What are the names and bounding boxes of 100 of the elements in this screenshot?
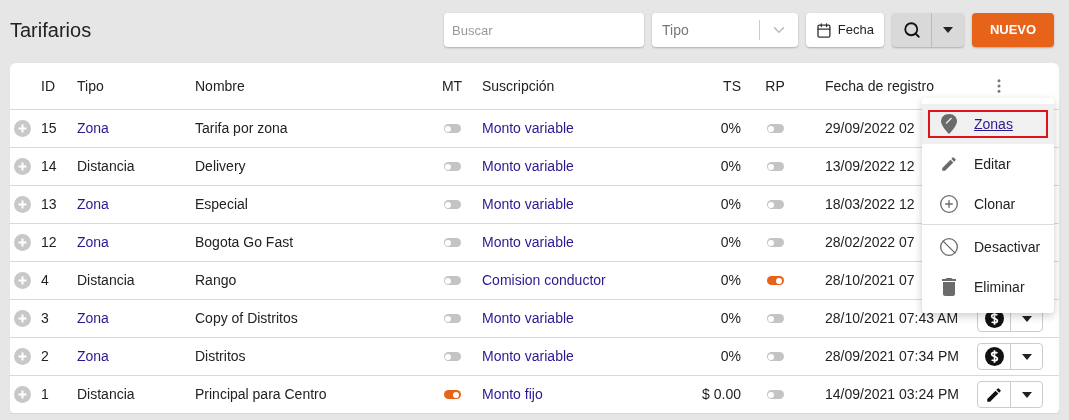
table-cell-text: 2: [41, 347, 50, 366]
toggle-switch[interactable]: [443, 314, 461, 323]
expand-icon[interactable]: [14, 120, 31, 137]
calendar-icon: [816, 21, 832, 39]
table-cell-text: 3: [41, 309, 50, 328]
toggle-switch[interactable]: [766, 162, 784, 171]
menu-item[interactable]: Clonar: [922, 184, 1054, 224]
toggle-switch[interactable]: [443, 276, 461, 285]
toggle-switch[interactable]: [766, 276, 784, 285]
column-header: Tipo: [77, 76, 105, 96]
type-cell[interactable]: Zona: [77, 118, 195, 139]
subscription-link[interactable]: Monto variable: [472, 156, 682, 177]
menu-item[interactable]: Eliminar: [922, 267, 1054, 307]
table-cell-text: 4: [41, 271, 50, 290]
location-pin-icon: [940, 114, 958, 134]
table-cell: 29/09/2022 02: [825, 120, 915, 136]
table-cell-text: 0%: [720, 309, 742, 328]
caret-icon: [1021, 391, 1032, 398]
subscription-link[interactable]: Monto variable: [472, 232, 682, 253]
column-header: Fecha de registro: [824, 76, 935, 96]
pencil-icon: [985, 385, 1003, 404]
table-cell-text: Copy of Distritos: [195, 309, 299, 328]
toggle-switch[interactable]: [443, 124, 461, 133]
type-cell-text: Distancia: [77, 271, 136, 290]
column-header: MT: [441, 76, 463, 96]
table-cell-text: Delivery: [195, 157, 247, 176]
menu-item[interactable]: Editar: [922, 144, 1054, 184]
expand-icon[interactable]: [14, 196, 31, 213]
column-header: RP: [765, 76, 785, 96]
dollar-icon: [984, 347, 1004, 366]
table-cell: 14/09/2021 03:24 PM: [825, 386, 959, 402]
expand-icon[interactable]: [14, 348, 31, 365]
menu-item-label: Zonas: [974, 114, 1013, 134]
table-cell: 28/10/2021 07: [825, 272, 915, 288]
menu-item[interactable]: Zonas: [922, 104, 1054, 144]
subscription-link[interactable]: Monto variable: [472, 194, 682, 215]
table-cell: 28/09/2021 07:34 PM: [825, 348, 959, 364]
subscription-link[interactable]: Comision conductor: [472, 270, 682, 291]
expand-icon[interactable]: [14, 310, 31, 327]
table-cell-text: $ 0.00: [702, 385, 742, 404]
table-cell-text: 13: [41, 195, 58, 214]
menu-item-label: Eliminar: [974, 277, 1025, 297]
column-header: ID: [41, 76, 56, 96]
table-cell: 28/02/2022 07: [825, 234, 915, 250]
table-cell-text: Distritos: [195, 347, 247, 366]
toggle-switch[interactable]: [443, 162, 461, 171]
type-cell[interactable]: Zona: [77, 194, 195, 215]
table-cell-text: 0%: [720, 119, 742, 138]
date-filter-button[interactable]: Fecha: [806, 13, 884, 47]
row-action-split-button[interactable]: [977, 381, 1043, 408]
menu-item-label: Clonar: [974, 194, 1016, 214]
subscription-link[interactable]: Monto fijo: [472, 384, 682, 405]
type-cell[interactable]: Zona: [77, 232, 195, 253]
table-cell-text: 0%: [720, 195, 742, 214]
expand-icon[interactable]: [14, 272, 31, 289]
toggle-switch[interactable]: [766, 124, 784, 133]
column-header: Nombre: [195, 76, 246, 96]
toggle-switch[interactable]: [766, 238, 784, 247]
menu-item[interactable]: Desactivar: [922, 227, 1054, 267]
caret-icon: [1021, 315, 1032, 322]
type-cell-text: Distancia: [77, 385, 136, 404]
table-cell-text: Especial: [195, 195, 249, 214]
toggle-switch[interactable]: [443, 200, 461, 209]
column-header: Suscripción: [481, 76, 556, 96]
expand-icon[interactable]: [14, 234, 31, 251]
table-cell-text: 0%: [720, 233, 742, 252]
toggle-switch[interactable]: [766, 314, 784, 323]
trash-icon: [942, 278, 956, 296]
expand-icon[interactable]: [14, 158, 31, 175]
toggle-switch[interactable]: [766, 200, 784, 209]
table-cell-text: 0%: [720, 271, 742, 290]
type-cell[interactable]: Zona: [77, 346, 195, 367]
subscription-link[interactable]: Monto variable: [472, 308, 682, 329]
table-cell: 13/09/2022 12: [825, 158, 915, 174]
search-field[interactable]: Buscar: [444, 13, 644, 47]
row-action-split-button[interactable]: [977, 343, 1043, 370]
subscription-link[interactable]: Monto variable: [472, 346, 682, 367]
toggle-switch[interactable]: [443, 390, 461, 399]
toggle-switch[interactable]: [766, 390, 784, 399]
select-placeholder: Tipo: [662, 20, 689, 40]
toggle-switch[interactable]: [443, 238, 461, 247]
table-cell-text: Rango: [195, 271, 238, 290]
table-cell-text: 15: [41, 119, 58, 138]
type-select[interactable]: Tipo: [652, 13, 798, 47]
pencil-icon: [940, 155, 958, 173]
toggle-switch[interactable]: [443, 352, 461, 361]
subscription-link[interactable]: Monto variable: [472, 118, 682, 139]
search-split-button[interactable]: [892, 13, 964, 47]
table-cell: 28/10/2021 07:43 AM: [825, 310, 959, 326]
type-cell[interactable]: Zona: [77, 308, 195, 329]
table-cell: 18/03/2022 12: [825, 196, 915, 212]
caret-icon: [1021, 353, 1032, 360]
table-cell-text: 0%: [720, 347, 742, 366]
toggle-switch[interactable]: [766, 352, 784, 361]
ban-icon: [939, 237, 959, 257]
menu-item-label: Editar: [974, 154, 1011, 174]
menu-item-label: Desactivar: [974, 237, 1041, 257]
column-header: TS: [723, 76, 742, 96]
table-cell-text: 1: [41, 385, 50, 404]
expand-icon[interactable]: [14, 386, 31, 403]
